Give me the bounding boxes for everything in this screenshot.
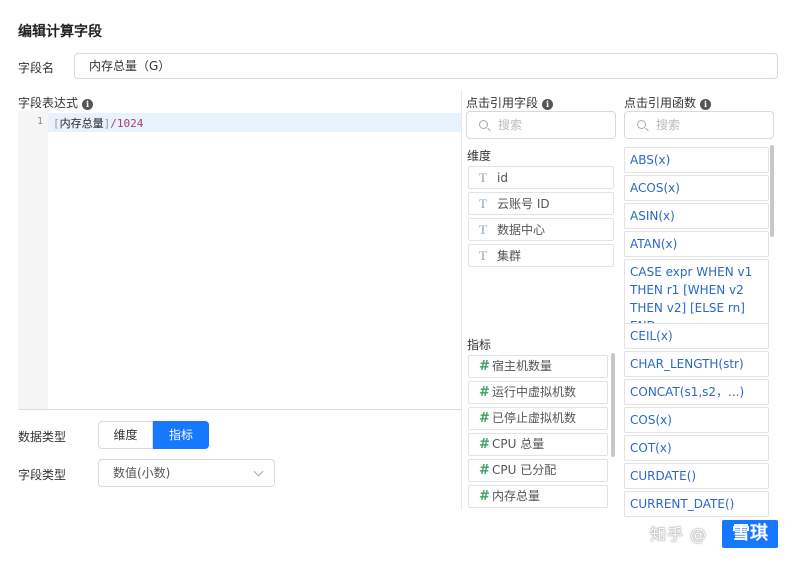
- dimension-field-label: 云账号 ID: [497, 197, 550, 211]
- data-type-measure-option[interactable]: 指标: [153, 421, 209, 449]
- watermark-name: 雪琪: [722, 520, 778, 548]
- measure-field-label: CPU 已分配: [492, 463, 557, 477]
- measure-field-item[interactable]: # CPU 总量: [468, 433, 608, 456]
- search-icon: [637, 120, 646, 129]
- number-type-icon: #: [479, 437, 490, 452]
- panel-divider: [461, 90, 462, 510]
- measure-field-item[interactable]: # 宿主机数量: [468, 355, 608, 378]
- dimension-field-label: 数据中心: [497, 223, 546, 237]
- expression-label-text: 字段表达式: [18, 96, 79, 110]
- measures-label: 指标: [467, 338, 492, 352]
- function-item[interactable]: ASIN(x): [624, 203, 769, 229]
- function-search-placeholder: 搜索: [656, 118, 681, 132]
- function-item[interactable]: CONCAT(s1,s2，...): [624, 379, 769, 405]
- text-type-icon: T: [479, 196, 487, 211]
- function-search-input[interactable]: 搜索: [624, 111, 774, 139]
- info-icon[interactable]: i: [700, 99, 712, 110]
- text-type-icon: T: [479, 222, 487, 237]
- code-field-ref: 内存总量: [59, 117, 104, 130]
- info-icon[interactable]: i: [82, 99, 94, 110]
- field-type-select[interactable]: 数值(小数): [98, 459, 275, 487]
- code-operator: /: [110, 117, 117, 130]
- measure-field-item[interactable]: # 内存总量: [468, 485, 608, 508]
- number-type-icon: #: [479, 411, 490, 426]
- measure-field-item[interactable]: # 已停止虚拟机数: [468, 407, 608, 430]
- measure-field-label: CPU 总量: [492, 437, 545, 451]
- number-type-icon: #: [479, 359, 490, 374]
- dialog-title: 编辑计算字段: [18, 24, 102, 40]
- dimension-field-label: 集群: [497, 249, 522, 263]
- data-type-toggle[interactable]: 维度 指标: [98, 421, 209, 449]
- function-item[interactable]: CEIL(x): [624, 323, 769, 349]
- dimension-field-item[interactable]: T 云账号 ID: [468, 192, 614, 215]
- data-type-label: 数据类型: [18, 430, 67, 444]
- field-search-placeholder: 搜索: [498, 118, 523, 132]
- functions-panel-label-text: 点击引用函数: [624, 96, 697, 110]
- measure-field-label: 内存总量: [492, 489, 541, 503]
- dimension-field-item[interactable]: T 数据中心: [468, 218, 614, 241]
- open-bracket: [: [53, 117, 60, 130]
- number-type-icon: #: [479, 489, 490, 504]
- field-type-label: 字段类型: [18, 468, 67, 482]
- function-item[interactable]: ABS(x): [624, 147, 769, 173]
- field-type-value: 数值(小数): [113, 466, 171, 480]
- function-item[interactable]: COS(x): [624, 407, 769, 433]
- expression-label: 字段表达式 i: [18, 94, 94, 111]
- field-name-label: 字段名: [18, 61, 55, 75]
- text-type-icon: T: [479, 248, 487, 263]
- expression-code: [内存总量]/1024: [53, 115, 143, 131]
- fields-panel-label: 点击引用字段 i: [466, 94, 554, 111]
- dimension-field-item[interactable]: Tid: [468, 166, 614, 189]
- chevron-down-icon: [253, 466, 264, 477]
- dimensions-label: 维度: [467, 149, 492, 163]
- function-item[interactable]: CURDATE(): [624, 463, 769, 489]
- measure-field-item[interactable]: # CPU 已分配: [468, 459, 608, 482]
- measure-field-item[interactable]: # 运行中虚拟机数: [468, 381, 608, 404]
- function-item[interactable]: CURRENT_DATE(): [624, 491, 769, 517]
- data-type-dimension-option[interactable]: 维度: [98, 421, 153, 449]
- number-type-icon: #: [479, 463, 490, 478]
- line-number: 1: [36, 116, 43, 127]
- functions-panel-label: 点击引用函数 i: [624, 94, 712, 111]
- field-search-input[interactable]: 搜索: [466, 111, 616, 139]
- info-icon[interactable]: i: [542, 99, 554, 110]
- measure-field-label: 运行中虚拟机数: [492, 385, 577, 399]
- dimension-field-label: id: [497, 171, 508, 185]
- field-name-input[interactable]: 内存总量（G）: [74, 53, 778, 79]
- expression-editor[interactable]: 1 [内存总量]/1024: [18, 111, 461, 410]
- function-item[interactable]: ACOS(x): [624, 175, 769, 201]
- editor-gutter: [18, 111, 48, 409]
- code-number: 1024: [116, 117, 144, 130]
- number-type-icon: #: [479, 385, 490, 400]
- functions-scrollbar[interactable]: [770, 145, 774, 237]
- function-item[interactable]: CHAR_LENGTH(str): [624, 351, 769, 377]
- watermark-text: 知乎 @: [650, 525, 708, 544]
- fields-scrollbar[interactable]: [611, 353, 615, 457]
- fields-panel-label-text: 点击引用字段: [466, 96, 539, 110]
- text-type-icon: T: [479, 170, 487, 185]
- measure-field-label: 宿主机数量: [492, 359, 553, 373]
- search-icon: [479, 120, 488, 129]
- function-item[interactable]: COT(x): [624, 435, 769, 461]
- measure-field-label: 已停止虚拟机数: [492, 411, 577, 425]
- function-item[interactable]: ATAN(x): [624, 231, 769, 257]
- dimension-field-item[interactable]: T 集群: [468, 244, 614, 267]
